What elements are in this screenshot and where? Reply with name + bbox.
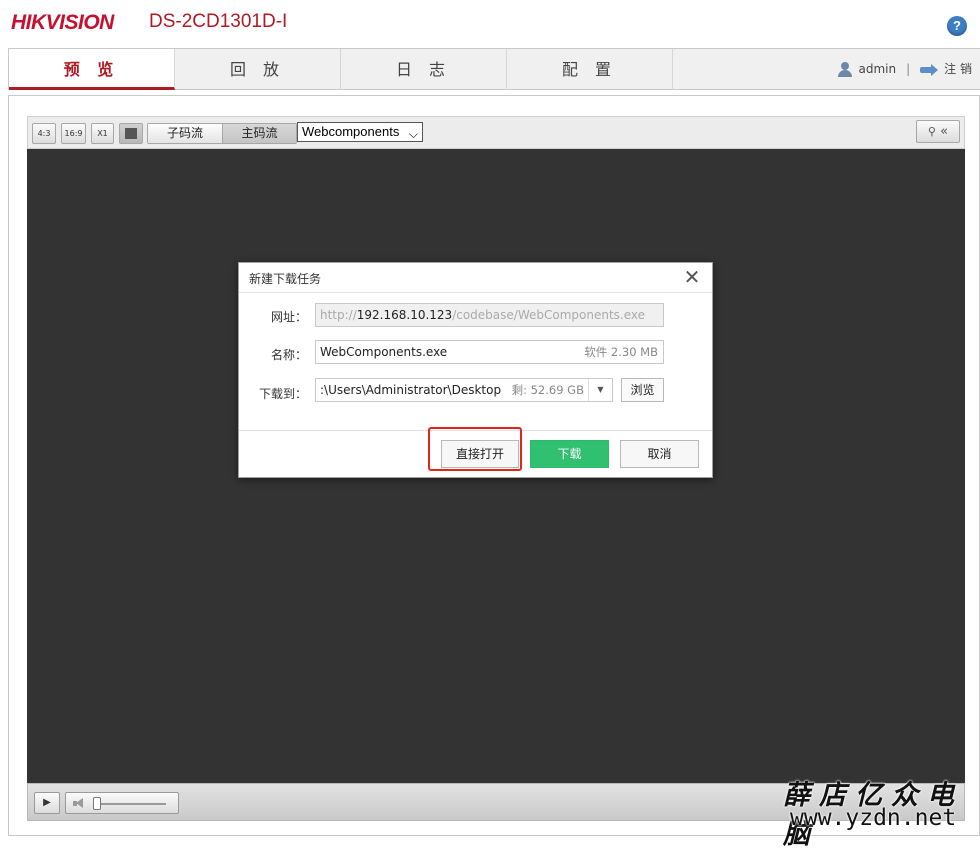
ptz-icon: ⚲ [927,125,936,138]
mainstream-button[interactable]: 主码流 [222,124,296,143]
chevron-down-icon: ⌵ [408,127,418,141]
stream-switch: 子码流 主码流 [147,123,297,144]
tab-preview[interactable]: 预 览 [9,49,175,90]
logout-link[interactable]: 注 销 [944,49,972,90]
username: admin [858,62,897,76]
close-icon[interactable]: ✕ [682,267,702,287]
logout-icon[interactable] [920,63,939,76]
main-nav: 预 览 回 放 日 志 配 置 admin | 注 销 [8,48,980,90]
tab-log[interactable]: 日 志 [341,49,507,90]
ratio-original-button[interactable]: X1 [91,123,114,144]
device-model: DS-2CD1301D-I [149,11,288,32]
plugin-select-value: Webcomponents [302,124,400,139]
tab-playback[interactable]: 回 放 [175,49,341,90]
cancel-button[interactable]: 取消 [620,440,699,468]
dropdown-arrow-icon[interactable]: ▼ [588,379,612,401]
volume-track[interactable] [94,803,166,805]
save-path-value: :\Users\Administrator\Desktop [320,383,502,397]
filename-input[interactable]: WebComponents.exe 软件 2.30 MB [315,340,664,364]
ratio-4-3-button[interactable]: 4:3 [32,123,56,144]
url-field: http://192.168.10.123/codebase/WebCompon… [315,303,664,327]
help-icon[interactable]: ? [947,16,967,36]
tab-config[interactable]: 配 置 [507,49,673,90]
browse-button[interactable]: 浏览 [621,378,664,402]
user-icon [837,61,853,78]
user-separator: | [906,62,911,76]
double-chevron-left-icon: « [940,124,949,139]
play-icon: ▶ [43,797,51,808]
filename-value: WebComponents.exe [320,345,448,359]
download-button[interactable]: 下载 [530,440,609,468]
ratio-fill-button[interactable] [119,123,143,144]
volume-control [65,792,179,814]
url-label: 网址： [270,310,307,324]
hikvision-logo: HIKVISION [11,11,114,34]
dialog-divider-top [239,292,712,293]
fill-window-icon [125,128,137,139]
save-path-label: 下载到： [258,387,307,401]
ratio-16-9-button[interactable]: 16:9 [61,123,86,144]
ptz-expand-button[interactable]: ⚲ « [916,120,960,143]
dialog-title: 新建下载任务 [249,272,322,286]
speaker-icon[interactable] [73,798,85,809]
free-space: 剩: 52.69 GB [509,379,584,401]
name-label: 名称： [270,348,307,362]
volume-slider-handle[interactable] [93,797,101,810]
user-area: admin | 注 销 [837,49,972,90]
plugin-select[interactable]: Webcomponents ⌵ [297,122,423,142]
url-prefix: http:// [320,308,357,322]
preview-toolbar: 4:3 16:9 X1 子码流 主码流 Webcomponents ⌵ ⚲ « [27,116,965,149]
watermark-url: www.yzdn.net [790,805,957,831]
substream-button[interactable]: 子码流 [148,124,222,143]
file-type-size: 软件 2.30 MB [584,345,658,359]
save-path-select[interactable]: :\Users\Administrator\Desktop 剩: 52.69 G… [315,378,613,402]
play-button[interactable]: ▶ [34,792,60,814]
url-suffix: /codebase/WebComponents.exe [452,308,646,322]
highlight-annotation [428,427,522,471]
url-host: 192.168.10.123 [356,308,453,322]
